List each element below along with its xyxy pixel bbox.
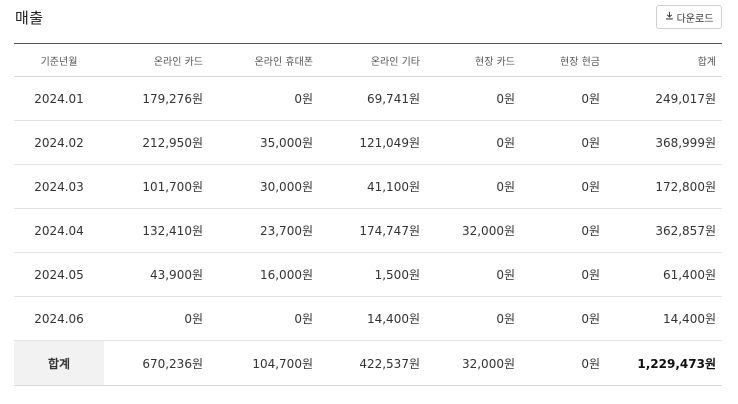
cell-total: 368,999원 (655, 136, 716, 150)
cell-total: 249,017원 (655, 92, 716, 106)
cell-onsite-cash: 0원 (581, 136, 600, 150)
table-row: 2024.06 0원 0원 14,400원 0원 0원 14,400원 (14, 297, 722, 341)
cell-onsite-card: 0원 (496, 92, 515, 106)
total-onsite-card: 32,000원 (461, 356, 515, 371)
cell-month: 2024.05 (34, 267, 84, 282)
cell-online-card: 43,900원 (149, 268, 203, 282)
cell-online-other: 121,049원 (359, 136, 420, 150)
cell-online-phone: 0원 (294, 312, 313, 326)
cell-onsite-cash: 0원 (581, 268, 600, 282)
page-header: 매출 다운로드 (0, 0, 738, 40)
cell-online-card: 212,950원 (142, 136, 203, 150)
column-header-onsite-cash: 현장 현금 (560, 56, 600, 68)
download-icon (665, 11, 674, 23)
column-header-online-card: 온라인 카드 (153, 56, 203, 68)
total-row: 합계 670,236원 104,700원 422,537원 32,000원 0원… (14, 340, 722, 386)
table-row: 2024.01 179,276원 0원 69,741원 0원 0원 249,01… (14, 77, 722, 121)
cell-online-other: 1,500원 (374, 268, 420, 282)
cell-total: 61,400원 (662, 268, 716, 282)
column-header-total: 합계 (697, 56, 716, 68)
cell-online-other: 41,100원 (366, 180, 420, 194)
column-header-online-other: 온라인 기타 (370, 56, 420, 68)
cell-onsite-cash: 0원 (581, 180, 600, 194)
cell-online-phone: 16,000원 (259, 268, 313, 282)
total-onsite-cash: 0원 (581, 356, 600, 371)
cell-online-phone: 0원 (294, 92, 313, 106)
grand-total: 1,229,473원 (637, 356, 716, 371)
cell-online-card: 132,410원 (142, 224, 203, 238)
cell-online-other: 69,741원 (366, 92, 420, 106)
table-row: 2024.03 101,700원 30,000원 41,100원 0원 0원 1… (14, 165, 722, 209)
total-online-card: 670,236원 (142, 356, 203, 371)
column-header-month: 기준년월 (40, 56, 78, 68)
cell-onsite-cash: 0원 (581, 312, 600, 326)
cell-onsite-card: 0원 (496, 136, 515, 150)
download-label: 다운로드 (676, 13, 714, 25)
cell-total: 172,800원 (655, 180, 716, 194)
cell-onsite-card: 0원 (496, 312, 515, 326)
cell-month: 2024.06 (34, 311, 84, 326)
cell-onsite-card: 0원 (496, 180, 515, 194)
column-header-onsite-card: 현장 카드 (475, 56, 515, 68)
download-button[interactable]: 다운로드 (656, 5, 722, 29)
table-row: 2024.05 43,900원 16,000원 1,500원 0원 0원 61,… (14, 253, 722, 297)
sales-table: 기준년월 온라인 카드 온라인 휴대폰 온라인 기타 현장 카드 현장 현금 합… (14, 43, 722, 386)
table-row: 2024.02 212,950원 35,000원 121,049원 0원 0원 … (14, 121, 722, 165)
cell-online-card: 179,276원 (142, 92, 203, 106)
total-label: 합계 (14, 340, 104, 386)
cell-onsite-cash: 0원 (581, 92, 600, 106)
cell-onsite-cash: 0원 (581, 224, 600, 238)
total-online-other: 422,537원 (359, 356, 420, 371)
cell-total: 14,400원 (662, 312, 716, 326)
total-online-phone: 104,700원 (252, 356, 313, 371)
page-title: 매출 (15, 9, 44, 27)
cell-online-card: 0원 (184, 312, 203, 326)
cell-month: 2024.01 (34, 91, 84, 106)
cell-online-other: 174,747원 (359, 224, 420, 238)
cell-month: 2024.03 (34, 179, 84, 194)
cell-month: 2024.02 (34, 135, 84, 150)
cell-online-card: 101,700원 (142, 180, 203, 194)
cell-online-phone: 23,700원 (259, 224, 313, 238)
table-header-row: 기준년월 온라인 카드 온라인 휴대폰 온라인 기타 현장 카드 현장 현금 합… (14, 43, 722, 77)
cell-onsite-card: 0원 (496, 268, 515, 282)
column-header-online-phone: 온라인 휴대폰 (254, 56, 313, 68)
table-row: 2024.04 132,410원 23,700원 174,747원 32,000… (14, 209, 722, 253)
cell-online-phone: 30,000원 (259, 180, 313, 194)
cell-month: 2024.04 (34, 223, 84, 238)
cell-total: 362,857원 (655, 224, 716, 238)
cell-online-phone: 35,000원 (259, 136, 313, 150)
cell-online-other: 14,400원 (366, 312, 420, 326)
cell-onsite-card: 32,000원 (461, 224, 515, 238)
